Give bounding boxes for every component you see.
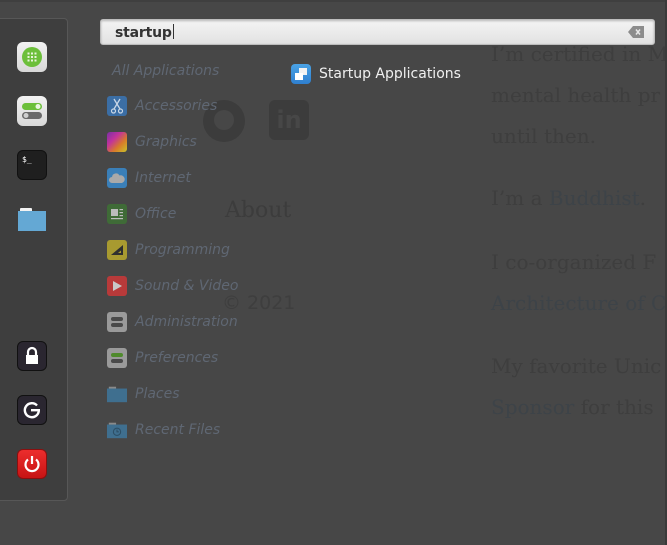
document-icon xyxy=(107,204,127,224)
cloud-icon xyxy=(107,168,127,188)
category-recent-files[interactable]: Recent Files xyxy=(104,417,284,443)
category-label: Recent Files xyxy=(135,422,221,438)
logout-icon xyxy=(23,402,40,419)
favorite-lock-screen[interactable] xyxy=(17,341,47,371)
category-label: Internet xyxy=(135,170,191,186)
favorite-software-manager[interactable] xyxy=(17,42,47,72)
lock-icon xyxy=(26,346,38,364)
favorite-system-settings[interactable] xyxy=(17,96,47,126)
bio-line: Sponsor for this xyxy=(491,395,654,419)
category-administration[interactable]: Administration xyxy=(104,309,284,335)
category-label: Administration xyxy=(135,314,238,330)
palette-icon xyxy=(107,132,127,152)
terminal-icon: $_ xyxy=(22,155,32,164)
bio-line: mental health pr xyxy=(491,83,661,107)
svg-text:$_: $_ xyxy=(22,155,32,164)
preferences-toggle-icon xyxy=(107,348,127,368)
category-places[interactable]: Places xyxy=(104,381,284,407)
search-query: startup xyxy=(115,25,172,41)
favorite-shutdown[interactable] xyxy=(17,449,47,479)
bio-line: I’m certified in M xyxy=(491,42,667,66)
favorite-files[interactable] xyxy=(17,204,47,234)
category-label: Accessories xyxy=(135,98,218,114)
bio-line: I co-organized F xyxy=(491,250,657,274)
toggle-settings-icon xyxy=(22,103,42,119)
bio-line: I’m a Buddhist. xyxy=(491,186,646,210)
category-graphics[interactable]: Graphics xyxy=(104,129,284,155)
sponsor-link: Sponsor xyxy=(491,395,575,419)
text-caret xyxy=(172,24,174,39)
startup-applications-icon xyxy=(291,64,311,84)
category-all-applications[interactable]: All Applications xyxy=(112,63,219,79)
recent-folder-icon xyxy=(107,420,127,440)
category-label: Office xyxy=(135,206,177,222)
backspace-clear-icon[interactable] xyxy=(628,26,644,38)
favorite-logout[interactable] xyxy=(17,395,47,425)
window-top-edge xyxy=(0,0,667,2)
category-label: Sound & Video xyxy=(135,278,239,294)
result-startup-applications[interactable]: Startup Applications xyxy=(291,63,461,85)
category-label: Places xyxy=(135,386,180,402)
favorite-terminal[interactable]: $_ xyxy=(17,150,47,180)
folder-icon xyxy=(107,384,127,404)
search-input[interactable]: startup xyxy=(100,19,655,45)
bio-line: until then. xyxy=(491,124,596,148)
toggles-icon xyxy=(107,312,127,332)
category-preferences[interactable]: Preferences xyxy=(104,345,284,371)
bio-line: Architecture of C xyxy=(491,291,666,315)
favorites-sidebar: $_ xyxy=(0,18,68,501)
category-label: Programming xyxy=(135,242,230,258)
category-office[interactable]: Office xyxy=(104,201,284,227)
bio-line: My favorite Unic xyxy=(491,354,662,378)
category-sound-video[interactable]: Sound & Video xyxy=(104,273,284,299)
architecture-link: Architecture of C xyxy=(491,291,667,315)
ruler-icon xyxy=(107,240,127,260)
category-internet[interactable]: Internet xyxy=(104,165,284,191)
play-icon xyxy=(107,276,127,296)
scissors-icon xyxy=(107,96,127,116)
folder-icon xyxy=(18,208,46,231)
grid-icon xyxy=(22,47,42,67)
category-label: Preferences xyxy=(135,350,219,366)
buddhist-link: Buddhist xyxy=(548,186,640,210)
category-label: Graphics xyxy=(135,134,197,150)
category-accessories[interactable]: Accessories xyxy=(104,93,284,119)
category-programming[interactable]: Programming xyxy=(104,237,284,263)
power-icon xyxy=(24,456,40,473)
result-label: Startup Applications xyxy=(319,66,461,82)
